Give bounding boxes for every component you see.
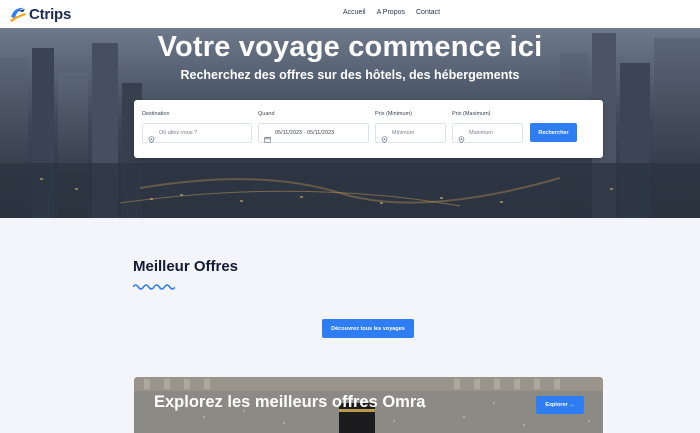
pin-icon: [148, 130, 155, 143]
pin-icon: [458, 130, 465, 143]
date-range-input[interactable]: 05/11/2023 - 05/11/2023: [258, 123, 369, 143]
date-range-value: 05/11/2023 - 05/11/2023: [275, 130, 335, 136]
section-title: Meilleur Offres: [133, 258, 239, 275]
logo[interactable]: Ctrips: [8, 4, 71, 24]
brand-name: Ctrips: [29, 5, 72, 23]
omra-banner: Explorez les meilleurs offres Omra Explo…: [134, 377, 603, 433]
site-header: Ctrips Accueil A Propos Contact: [0, 0, 700, 28]
logo-plane-icon: [8, 4, 28, 24]
max-price-input[interactable]: Maximum: [452, 123, 523, 143]
max-price-label: Prix (Maximum): [452, 111, 491, 117]
hero-title: Votre voyage commence ici: [157, 31, 543, 63]
discover-all-trips-button[interactable]: Découvrez tous les voyages: [322, 319, 414, 338]
nav-link-accueil[interactable]: Accueil: [343, 9, 366, 16]
banner-title: Explorez les meilleurs offres Omra: [154, 393, 426, 411]
pin-icon: [381, 130, 388, 143]
min-price-placeholder: Minimum: [392, 130, 415, 136]
destination-input[interactable]: Où allez-vous ?: [142, 123, 252, 143]
when-label: Quand: [258, 111, 275, 117]
nav-link-a-propos[interactable]: A Propos: [377, 9, 405, 16]
wave-divider: [133, 284, 175, 290]
nav-link-contact[interactable]: Contact: [416, 9, 440, 16]
destination-label: Destination: [142, 111, 170, 117]
destination-placeholder: Où allez-vous ?: [159, 130, 198, 136]
min-price-label: Prix (Minimum): [375, 111, 412, 117]
main-nav: Accueil A Propos Contact: [343, 9, 451, 16]
search-button[interactable]: Rechercher: [530, 123, 577, 142]
hero-subtitle: Recherchez des offres sur des hôtels, de…: [180, 68, 520, 82]
search-form: Destination Où allez-vous ? Quand 05/11/…: [134, 100, 603, 158]
calendar-icon: [264, 130, 271, 143]
max-price-placeholder: Maximum: [469, 130, 493, 136]
min-price-input[interactable]: Minimum: [375, 123, 446, 143]
explore-button[interactable]: Explorer →: [536, 396, 584, 414]
